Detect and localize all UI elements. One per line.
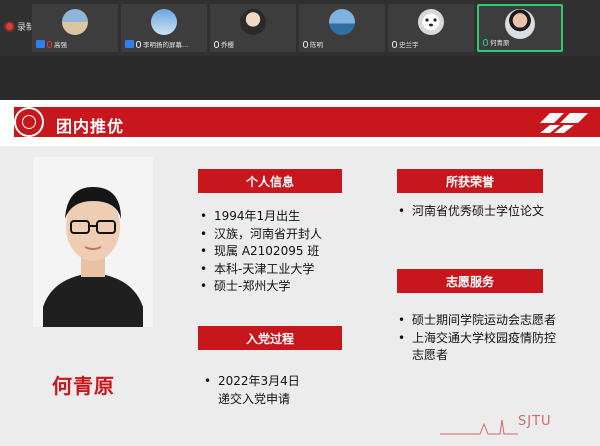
beach-thumbnail bbox=[62, 9, 88, 35]
mic-icon bbox=[392, 40, 397, 48]
personal-info-list: 1994年1月出生 汉族，河南省开封人 现属 A2102095 班 本科-天津工… bbox=[200, 208, 400, 296]
dog-face-icon bbox=[425, 18, 437, 27]
volunteer-heading: 志愿服务 bbox=[397, 269, 543, 293]
participant-name: 史兰宇 bbox=[399, 41, 419, 49]
sky-thumbnail bbox=[151, 9, 177, 35]
footer-brand: SJTU bbox=[518, 414, 552, 429]
participant-name: 陈明 bbox=[310, 41, 323, 49]
list-item: 本科-天津工业大学 bbox=[200, 261, 400, 279]
participant-tile-3[interactable]: 乔樱 bbox=[210, 4, 296, 52]
participant-name: 李明扬的屏幕... bbox=[143, 41, 189, 49]
dog-thumbnail bbox=[418, 9, 444, 35]
participant-tile-4[interactable]: 陈明 bbox=[299, 4, 385, 52]
list-item: 1994年1月出生 bbox=[200, 208, 400, 226]
record-icon bbox=[6, 23, 13, 30]
campus-skyline-icon bbox=[440, 419, 518, 435]
user-badge-icon bbox=[36, 40, 45, 48]
mic-icon bbox=[136, 40, 141, 48]
slide-title: 团内推优 bbox=[56, 117, 125, 136]
participant-tile-6-active[interactable]: 何青原 bbox=[477, 4, 563, 52]
volunteer-list: 硕士期间学院运动会志愿者 上海交通大学校园疫情防控志愿者 bbox=[398, 312, 564, 365]
mic-muted-icon bbox=[47, 40, 52, 48]
honors-list: 河南省优秀硕士学位论文 bbox=[398, 203, 556, 221]
party-process-heading: 入党过程 bbox=[198, 326, 342, 350]
participant-tile-5[interactable]: 史兰宇 bbox=[388, 4, 474, 52]
ocean-thumbnail bbox=[329, 9, 355, 35]
slide-header: 团内推优 bbox=[0, 100, 600, 146]
shared-slide: 团内推优 何青原 个人信息 1994年1月出生 汉族，河南省开封人 现属 A21… bbox=[0, 100, 600, 446]
list-item: 硕士-郑州大学 bbox=[200, 278, 400, 296]
stair-stripes-icon bbox=[540, 113, 588, 133]
list-item: 现属 A2102095 班 bbox=[200, 243, 400, 261]
participant-name: 乔樱 bbox=[221, 41, 234, 49]
participant-bar: 录制中 高强 李明扬的屏幕... 乔樱 陈明 史兰宇 何青原 bbox=[0, 0, 600, 56]
party-process-list: 2022年3月4日 递交入党申请 bbox=[204, 354, 364, 427]
participant-tile-2[interactable]: 李明扬的屏幕... bbox=[121, 4, 207, 52]
video-area-gap bbox=[0, 56, 600, 100]
list-item: 上海交通大学校园疫情防控志愿者 bbox=[398, 330, 564, 365]
list-item: 汉族，河南省开封人 bbox=[200, 226, 400, 244]
candidate-name: 何青原 bbox=[52, 374, 115, 398]
participant-name: 何青原 bbox=[490, 39, 510, 47]
portrait-thumbnail bbox=[240, 9, 266, 35]
person-silhouette-icon bbox=[33, 157, 153, 327]
user-badge-icon bbox=[125, 40, 134, 48]
mic-icon bbox=[214, 40, 219, 48]
participant-tile-1[interactable]: 高强 bbox=[32, 4, 118, 52]
mic-icon bbox=[303, 40, 308, 48]
list-item: 河南省优秀硕士学位论文 bbox=[398, 203, 556, 221]
list-item: 2022年3月4日 递交入党申请 bbox=[204, 373, 364, 408]
portrait-photo bbox=[33, 157, 153, 327]
speaker-thumbnail bbox=[505, 9, 535, 39]
list-item: 硕士期间学院运动会志愿者 bbox=[398, 312, 564, 330]
mic-active-icon bbox=[483, 38, 488, 46]
personal-info-heading: 个人信息 bbox=[198, 169, 342, 193]
participant-name: 高强 bbox=[54, 41, 67, 49]
university-logo-icon bbox=[14, 107, 44, 137]
honors-heading: 所获荣誉 bbox=[397, 169, 543, 193]
